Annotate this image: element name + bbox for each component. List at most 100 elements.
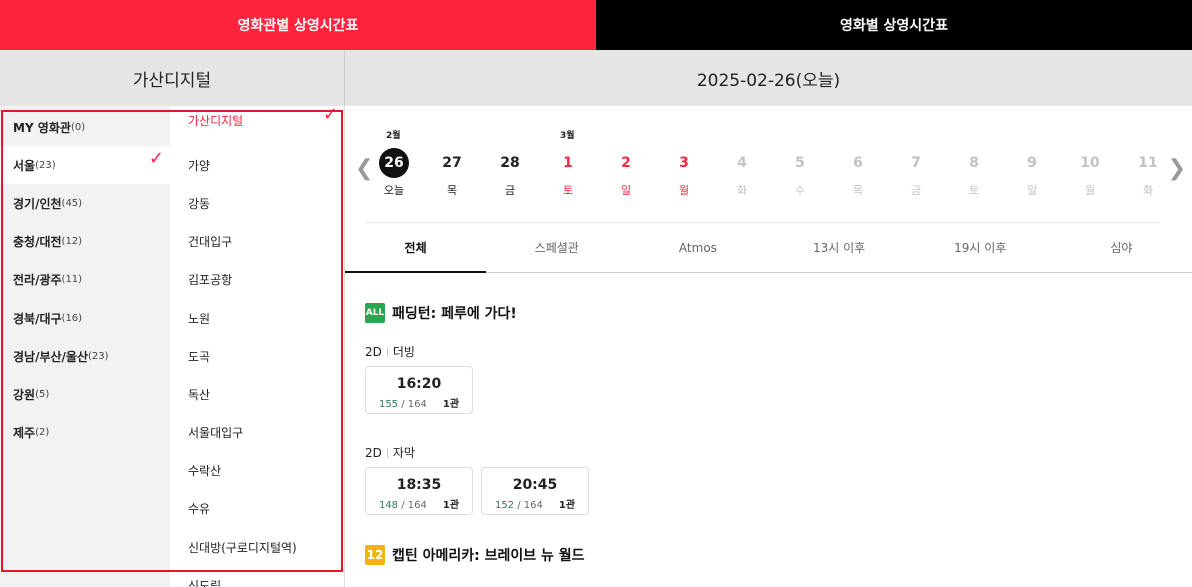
date-item[interactable]: 28 금 [493,148,527,198]
tab-by-cinema[interactable]: 영화관별 상영시간표 [0,0,596,50]
date-weekday: 일 [1026,184,1038,197]
cinema-name: 수유 [188,502,211,517]
region-item[interactable]: 충청/대전 (12) [0,223,170,261]
date-number: 27 [442,155,462,171]
cinema-item[interactable]: 가양 [188,146,344,184]
selected-cinema-title: 가산디지털 [0,50,345,106]
movie-title[interactable]: ALL 패딩턴: 페루에 가다! [365,303,1172,323]
date-item[interactable]: 4화 [725,148,759,198]
date-item[interactable]: 6목 [841,148,875,198]
cinema-name: 가양 [188,158,211,173]
date-weekday: 월 [1084,184,1096,197]
region-name: 경남/부산/울산 [13,349,89,364]
showtime-time: 20:45 [512,477,558,493]
cinema-item[interactable]: 수락산 [188,452,344,490]
cinema-item[interactable]: 김포공항 [188,261,344,299]
region-name: 경기/인천 [13,196,62,211]
filter-tab[interactable]: 13시 이후 [769,223,910,272]
available-seats: 155 [378,399,399,410]
region-name: 강원 [13,387,36,402]
date-item[interactable]: 9일 [1015,148,1049,198]
date-item[interactable]: 10 월 [1073,148,1107,198]
cinema-name: 신대방(구로디지털역) [188,540,297,555]
date-item[interactable]: 26 오늘 [377,148,411,198]
region-name: 제주 [13,426,36,441]
format-label: 2D 자막 [365,444,1172,461]
cinema-item[interactable]: 신도림 [188,566,344,587]
region-item[interactable]: MY 영화관 (0) [0,108,170,146]
checkmark-icon: ✓ [148,148,164,170]
movie-name: 캡틴 아메리카: 브레이브 뉴 월드 [392,548,585,564]
cinema-item[interactable]: 서울대입구 [188,414,344,452]
region-name: 전라/광주 [13,273,62,288]
filter-tab[interactable]: Atmos [627,223,768,272]
date-item[interactable]: 1토 [551,148,585,198]
filter-tab[interactable]: 심야 [1051,223,1192,272]
date-item[interactable]: 5수 [783,148,817,198]
region-item[interactable]: 강원 (5) [0,375,170,413]
filter-tab[interactable]: 전체 [345,223,487,273]
tab-by-movie[interactable]: 영화별 상영시간표 [596,0,1192,50]
date-item[interactable]: 3월 [667,148,701,198]
cinema-selector: MY 영화관 (0) 서울 (23) ✓ 경기/인천 (45) 충청/대전 (12) 전라/광주(… [0,106,345,587]
cinema-item[interactable]: 독산 [188,375,344,413]
date-item[interactable]: 11 화 [1131,148,1165,198]
cinema-item[interactable]: 가산디지털 ✓ [188,106,344,146]
movie-title[interactable]: 12 캡틴 아메리카: 브레이브 뉴 월드 [365,545,1172,565]
cinema-item[interactable]: 노원 [188,299,344,337]
region-item[interactable]: 제주 (2) [0,414,170,452]
region-item[interactable]: 경북/대구 (16) [0,299,170,337]
date-number: 8 [969,155,979,171]
date-weekday: 오늘 [383,184,405,197]
date-weekday: 목 [446,184,458,197]
showtime-button[interactable]: 18:35 148 / 164 1관 [365,467,473,515]
format-language: 더빙 [392,345,415,359]
region-name: MY 영화관 [13,120,71,135]
date-weekday: 화 [1142,184,1154,197]
date-number: 26 [379,148,409,178]
rating-badge: 12 [365,545,385,565]
separator [386,347,388,357]
region-item[interactable]: 전라/광주 (11) [0,261,170,299]
prev-arrow-icon[interactable]: ❮ [355,156,373,181]
showtime-row: 16:20 155 / 164 1관 [365,366,1172,414]
header-row: 가산디지털 2025-02-26(오늘) [0,50,1192,106]
cinema-name: 김포공항 [188,273,233,288]
filter-tabs: 전체 스페셜관 Atmos 13시 이후 19시 이후 심야 [345,223,1192,273]
selected-date-title: 2025-02-26(오늘) [696,70,841,91]
month-label: 3월 [560,131,575,141]
cinema-item[interactable]: 건대입구 [188,223,344,261]
date-number: 3 [679,155,689,171]
cinema-item[interactable]: 도곡 [188,337,344,375]
showtime-button[interactable]: 20:45 152 / 164 1관 [481,467,589,515]
next-arrow-icon[interactable]: ❯ [1168,156,1186,181]
date-number: 4 [737,155,747,171]
region-item[interactable]: 서울 (23) ✓ [0,146,170,185]
date-item[interactable]: 8토 [957,148,991,198]
format-language: 자막 [392,446,415,460]
region-item[interactable]: 경기/인천 (45) [0,184,170,222]
date-item[interactable]: 2일 [609,148,643,198]
filter-tab[interactable]: 19시 이후 [910,223,1051,272]
cinema-item[interactable]: 수유 [188,490,344,528]
region-count: (0) [70,121,86,133]
region-count: (12) [61,236,83,248]
cinema-name: 노원 [188,311,211,326]
date-item[interactable]: 7금 [899,148,933,198]
date-weekday: 금 [910,184,922,197]
date-item[interactable]: 27 목 [435,148,469,198]
showtime-button[interactable]: 16:20 155 / 164 1관 [365,366,473,414]
region-count: (45) [61,197,83,209]
date-weekday: 월 [678,184,690,197]
cinema-item[interactable]: 신대방(구로디지털역) [188,528,344,566]
date-weekday: 토 [968,184,980,197]
filter-tab[interactable]: 스페셜관 [486,223,627,272]
region-item[interactable]: 경남/부산/울산 (23) [0,337,170,375]
cinema-name: 가산디지털 [188,114,244,128]
separator [386,448,388,458]
showtime-time: 16:20 [396,376,442,392]
date-number: 5 [795,155,805,171]
cinema-item[interactable]: 강동 [188,184,344,222]
region-count: (5) [35,388,50,400]
month-label: 2월 [386,131,401,141]
